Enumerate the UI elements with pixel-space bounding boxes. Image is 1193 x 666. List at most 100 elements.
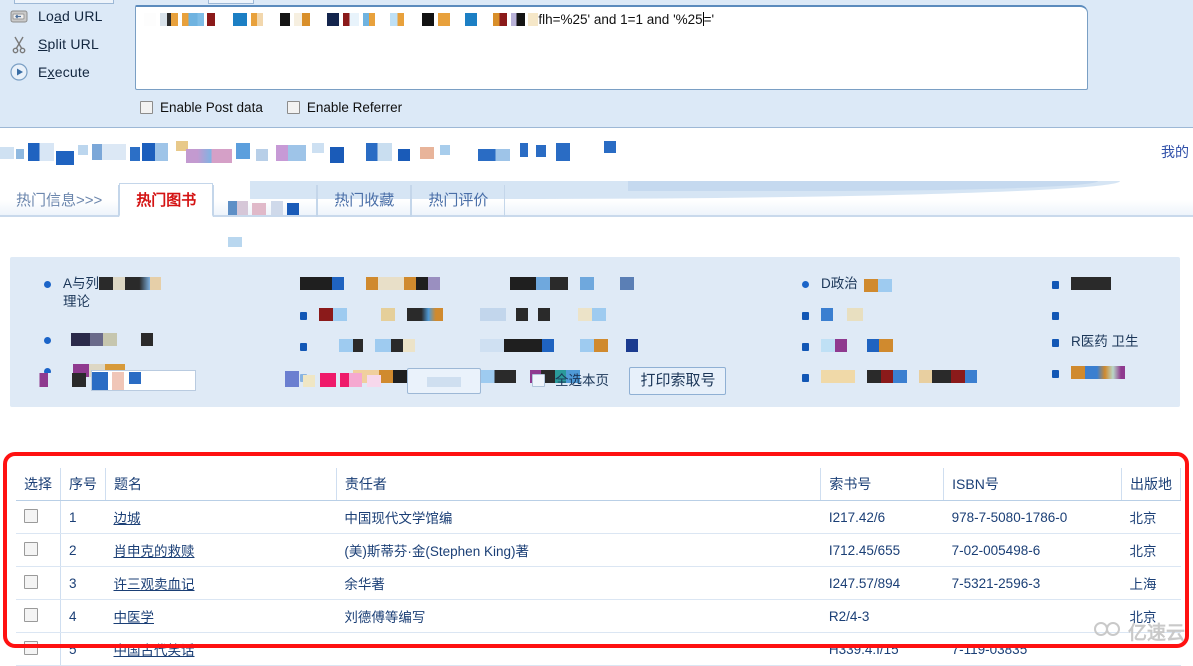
category-item[interactable] bbox=[802, 337, 1032, 355]
row-title-cell[interactable]: 许三观卖血记 bbox=[105, 566, 337, 600]
select-all-page-label: 全选本页 bbox=[554, 372, 609, 388]
bullet-icon bbox=[1052, 312, 1059, 320]
tab-hot-favorites[interactable]: 热门收藏 bbox=[317, 185, 412, 217]
watermark-text: 亿速云 bbox=[1127, 623, 1185, 644]
tab-label-redacted bbox=[228, 193, 316, 257]
tab-label: 热门信息>>> bbox=[16, 192, 103, 209]
row-checkbox[interactable] bbox=[24, 607, 38, 622]
url-input-value: flh=%25' and 1=1 and '%25=' bbox=[144, 12, 714, 27]
tab-hot-info[interactable]: 热门信息>>> bbox=[0, 185, 120, 217]
panel-small-button[interactable] bbox=[407, 368, 482, 394]
category-item[interactable] bbox=[44, 331, 299, 349]
url-input[interactable]: flh=%25' and 1=1 and '%25=' bbox=[135, 5, 1088, 90]
category-label bbox=[480, 275, 634, 293]
table-row[interactable]: 4 中医学 刘德傅等编写 R2/4-3 北京 bbox=[16, 599, 1181, 633]
row-call-number: I712.45/655 bbox=[820, 533, 944, 567]
row-title-cell[interactable]: 肖申克的救赎 bbox=[105, 533, 337, 567]
table-header-row: 选择 序号 题名 责任者 索书号 ISBN号 出版地 bbox=[16, 468, 1181, 501]
category-item[interactable]: A与列 理论 bbox=[44, 275, 299, 311]
header-publish-place: 出版地 bbox=[1121, 468, 1181, 501]
category-label bbox=[480, 337, 638, 355]
row-author: 余华著 bbox=[336, 566, 821, 600]
category-label: D政治 bbox=[821, 276, 858, 291]
site-logo-redacted bbox=[0, 141, 640, 165]
header-select: 选择 bbox=[16, 468, 61, 501]
tab-hot-journals[interactable]: 热门期刊 bbox=[213, 185, 318, 247]
bullet-icon bbox=[802, 343, 809, 351]
row-title-cell[interactable]: 中医学 bbox=[105, 599, 337, 633]
row-select-cell[interactable] bbox=[16, 500, 61, 534]
row-title-link[interactable]: 许三观卖血记 bbox=[114, 577, 195, 592]
tab-label: 热门图书 bbox=[136, 192, 197, 209]
category-label bbox=[300, 275, 440, 293]
checkbox-box[interactable] bbox=[140, 101, 153, 114]
filter-input[interactable] bbox=[90, 370, 196, 392]
row-select-cell[interactable] bbox=[16, 632, 61, 666]
row-title-cell[interactable]: 边城 bbox=[105, 500, 337, 534]
header-isbn: ISBN号 bbox=[943, 468, 1122, 501]
table-body: 1 边城 中国现代文学馆编 I217.42/6 978-7-5080-1786-… bbox=[16, 500, 1181, 666]
row-title-link[interactable]: 边城 bbox=[114, 511, 141, 526]
checkbox-box[interactable] bbox=[531, 373, 545, 387]
execute-button[interactable]: Execute bbox=[0, 58, 130, 86]
table-row[interactable]: 5 中国古代笑话 H339.4:I/15 7-119-03835 bbox=[16, 632, 1181, 666]
row-select-cell[interactable] bbox=[16, 533, 61, 567]
select-all-page-checkbox[interactable]: 全选本页 bbox=[531, 372, 609, 390]
row-title-link[interactable]: 中医学 bbox=[114, 610, 155, 625]
hackbar-panel: Load URL Split URL Execute flh=%25' and … bbox=[0, 0, 1193, 128]
category-item-r-medicine[interactable]: R医药 卫生 bbox=[1052, 333, 1193, 351]
row-select-cell[interactable] bbox=[16, 599, 61, 633]
enable-referrer-checkbox[interactable]: Enable Referrer bbox=[286, 100, 402, 115]
watermark: 亿速云 bbox=[1093, 618, 1185, 645]
row-checkbox[interactable] bbox=[24, 574, 38, 589]
tab-hot-reviews[interactable]: 热门评价 bbox=[411, 185, 506, 217]
bullet-icon bbox=[802, 312, 809, 320]
site-header: 我的 bbox=[0, 129, 1193, 177]
row-checkbox[interactable] bbox=[24, 508, 38, 523]
row-checkbox[interactable] bbox=[24, 640, 38, 655]
category-item[interactable] bbox=[1052, 275, 1193, 293]
enable-post-data-checkbox[interactable]: Enable Post data bbox=[140, 100, 263, 115]
load-url-label: Load URL bbox=[38, 8, 103, 24]
table-row[interactable]: 1 边城 中国现代文学馆编 I217.42/6 978-7-5080-1786-… bbox=[16, 500, 1181, 534]
row-index: 5 bbox=[60, 632, 106, 666]
row-select-cell[interactable] bbox=[16, 566, 61, 600]
hackbar-options: Enable Post data Enable Referrer bbox=[140, 100, 402, 115]
my-account-link[interactable]: 我的 bbox=[1161, 142, 1189, 162]
category-item[interactable] bbox=[1052, 306, 1193, 320]
print-call-number-button[interactable]: 打印索取号 bbox=[629, 367, 727, 395]
category-item-d-politics[interactable]: D政治 bbox=[802, 275, 1032, 293]
scissors-icon bbox=[8, 33, 30, 55]
category-item[interactable] bbox=[802, 306, 1032, 324]
row-call-number: I247.57/894 bbox=[820, 566, 944, 600]
enable-post-data-label: Enable Post data bbox=[160, 100, 263, 115]
row-call-number: I217.42/6 bbox=[820, 500, 944, 534]
category-item[interactable] bbox=[480, 337, 780, 355]
checkbox-box[interactable] bbox=[286, 101, 300, 114]
row-title-link[interactable]: 中国古代笑话 bbox=[114, 643, 195, 658]
hackbar-tab-stub-secondary[interactable] bbox=[208, 0, 254, 4]
tab-label: 热门收藏 bbox=[334, 192, 395, 209]
category-item[interactable] bbox=[480, 275, 780, 293]
bullet-icon bbox=[1052, 281, 1059, 289]
table-row[interactable]: 3 许三观卖血记 余华著 I247.57/894 7-5321-2596-3 上… bbox=[16, 566, 1181, 600]
load-url-icon bbox=[8, 5, 30, 27]
load-url-button[interactable]: Load URL bbox=[0, 2, 130, 30]
split-url-button[interactable]: Split URL bbox=[0, 30, 130, 58]
row-author: (美)斯蒂芬·金(Stephen King)著 bbox=[336, 533, 821, 567]
tab-hot-books[interactable]: 热门图书 bbox=[119, 183, 214, 217]
category-item[interactable] bbox=[480, 306, 780, 324]
tab-label: 热门评价 bbox=[428, 192, 489, 209]
row-call-number: H339.4:I/15 bbox=[820, 632, 944, 666]
url-after-caret: =' bbox=[703, 12, 715, 27]
row-checkbox[interactable] bbox=[24, 541, 38, 556]
tab-bar: 热门信息>>> 热门图书 热门期刊 热门收藏 热门评价 bbox=[0, 181, 1193, 247]
row-title-link[interactable]: 肖申克的救赎 bbox=[114, 544, 195, 559]
table-row[interactable]: 2 肖申克的救赎 (美)斯蒂芬·金(Stephen King)著 I712.45… bbox=[16, 533, 1181, 567]
row-index: 4 bbox=[60, 599, 106, 633]
row-author: 刘德傅等编写 bbox=[336, 599, 821, 633]
category-label bbox=[319, 306, 443, 324]
category-label: R医药 卫生 bbox=[1071, 334, 1139, 349]
row-title-cell[interactable]: 中国古代笑话 bbox=[105, 632, 337, 666]
row-index: 1 bbox=[60, 500, 106, 534]
